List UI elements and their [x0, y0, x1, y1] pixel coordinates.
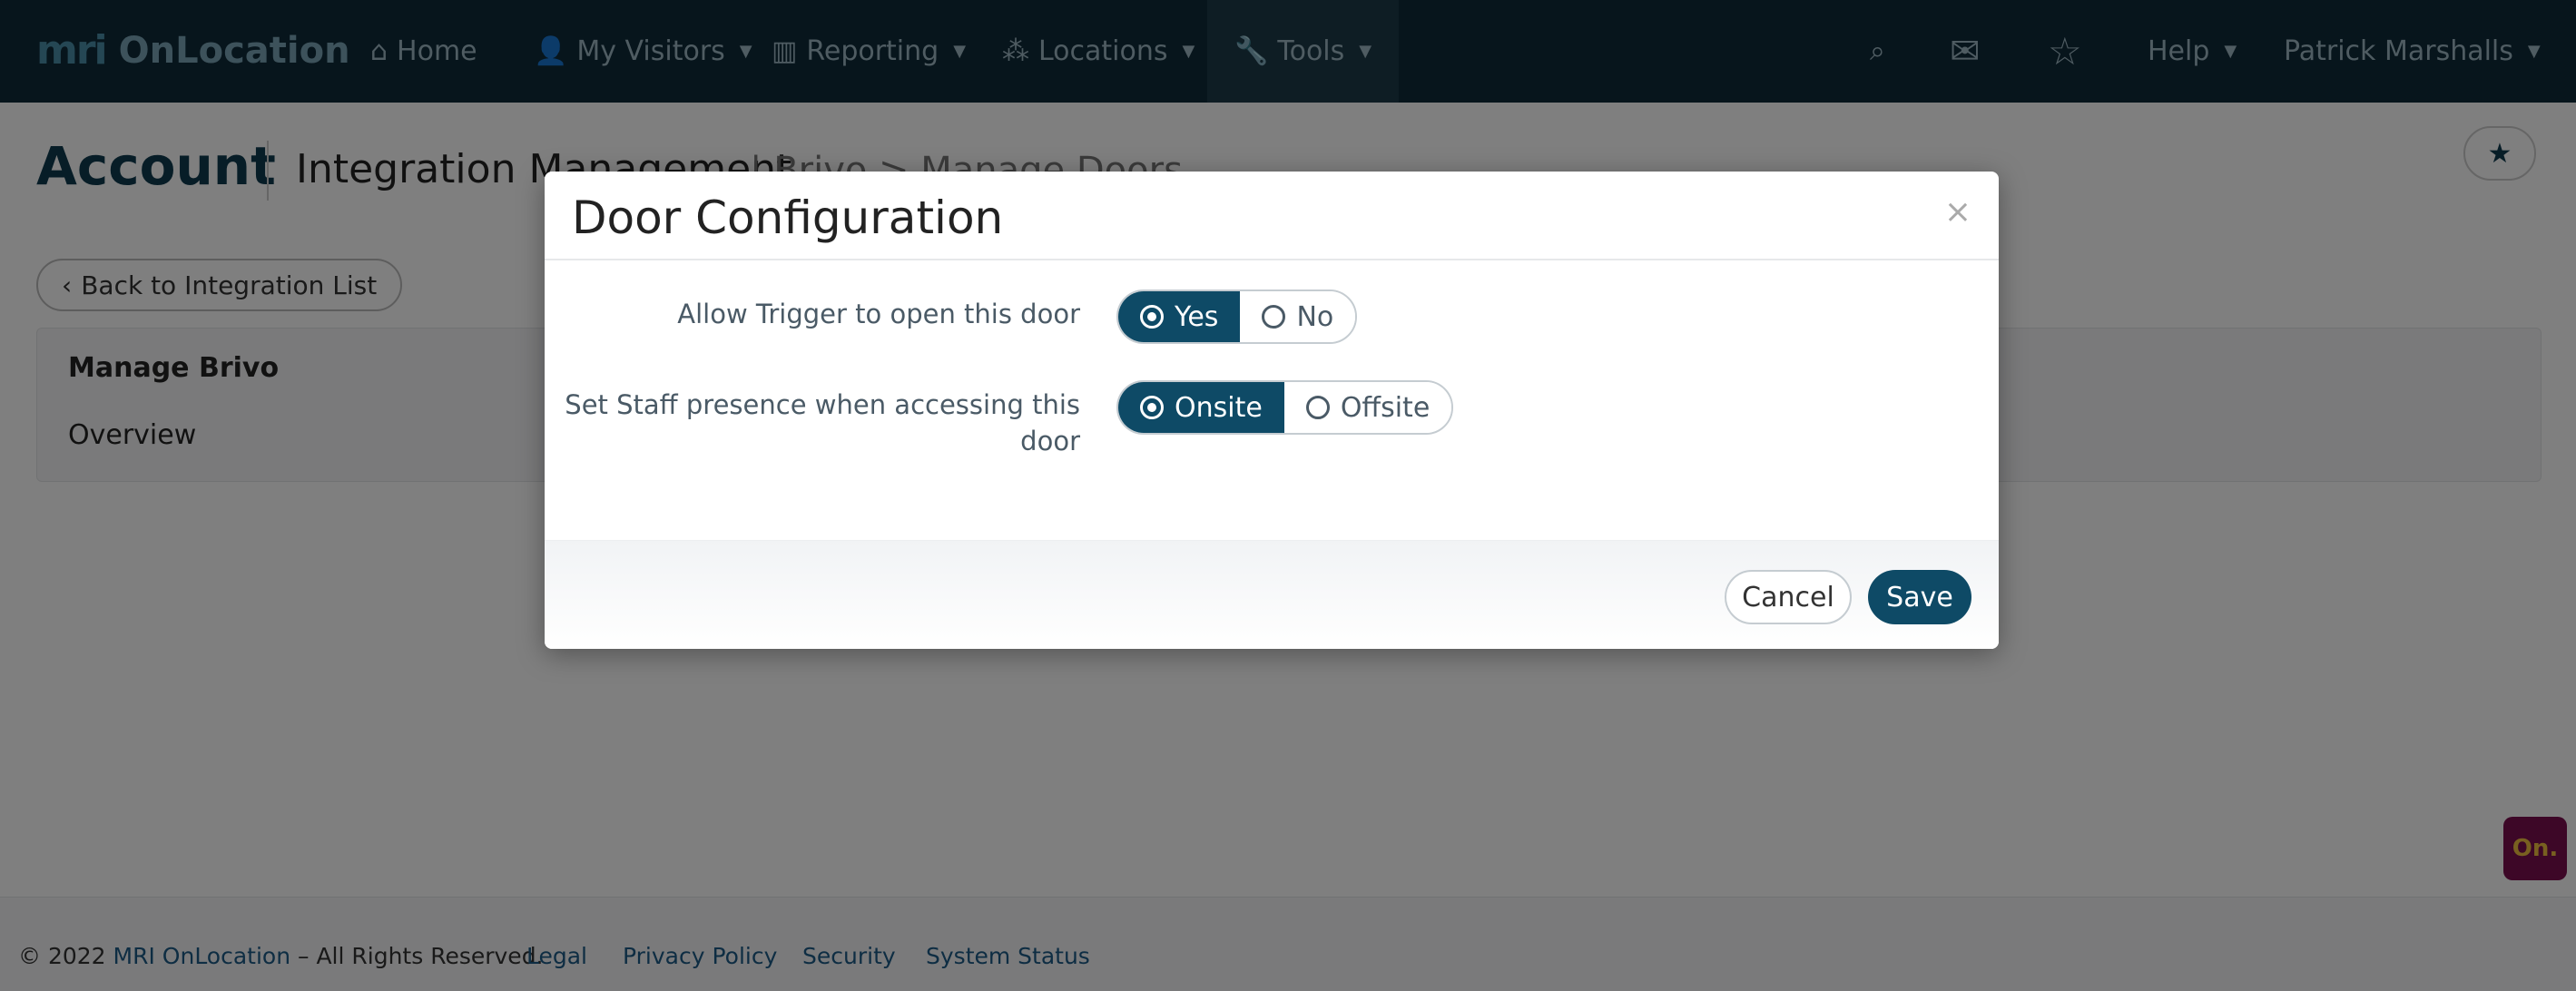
save-button[interactable]: Save	[1868, 570, 1971, 624]
modal-header: Door Configuration ×	[545, 172, 1999, 260]
trigger-toggle-group: Yes No	[1116, 289, 1358, 344]
modal-footer: Cancel Save	[545, 540, 1999, 649]
cancel-button[interactable]: Cancel	[1725, 570, 1852, 624]
presence-label: Set Staff presence when accessing this d…	[565, 389, 1080, 456]
close-icon[interactable]: ×	[1944, 193, 1971, 231]
door-configuration-modal: Door Configuration × Allow Trigger to op…	[545, 172, 1999, 649]
radio-icon	[1140, 305, 1164, 329]
presence-onsite-label: Onsite	[1175, 391, 1263, 424]
presence-offsite-option[interactable]: Offsite	[1283, 382, 1452, 433]
radio-icon	[1262, 305, 1286, 329]
presence-toggle-group: Onsite Offsite	[1116, 380, 1454, 435]
radio-icon	[1305, 396, 1330, 419]
trigger-no-label: No	[1296, 300, 1334, 333]
radio-icon	[1140, 396, 1164, 419]
modal-title: Door Configuration	[572, 191, 1004, 244]
trigger-yes-option[interactable]: Yes	[1118, 291, 1241, 342]
presence-offsite-label: Offsite	[1340, 391, 1431, 424]
trigger-no-option[interactable]: No	[1240, 291, 1356, 342]
presence-onsite-option[interactable]: Onsite	[1118, 382, 1284, 433]
trigger-yes-label: Yes	[1175, 300, 1219, 333]
trigger-label: Allow Trigger to open this door	[677, 299, 1080, 329]
